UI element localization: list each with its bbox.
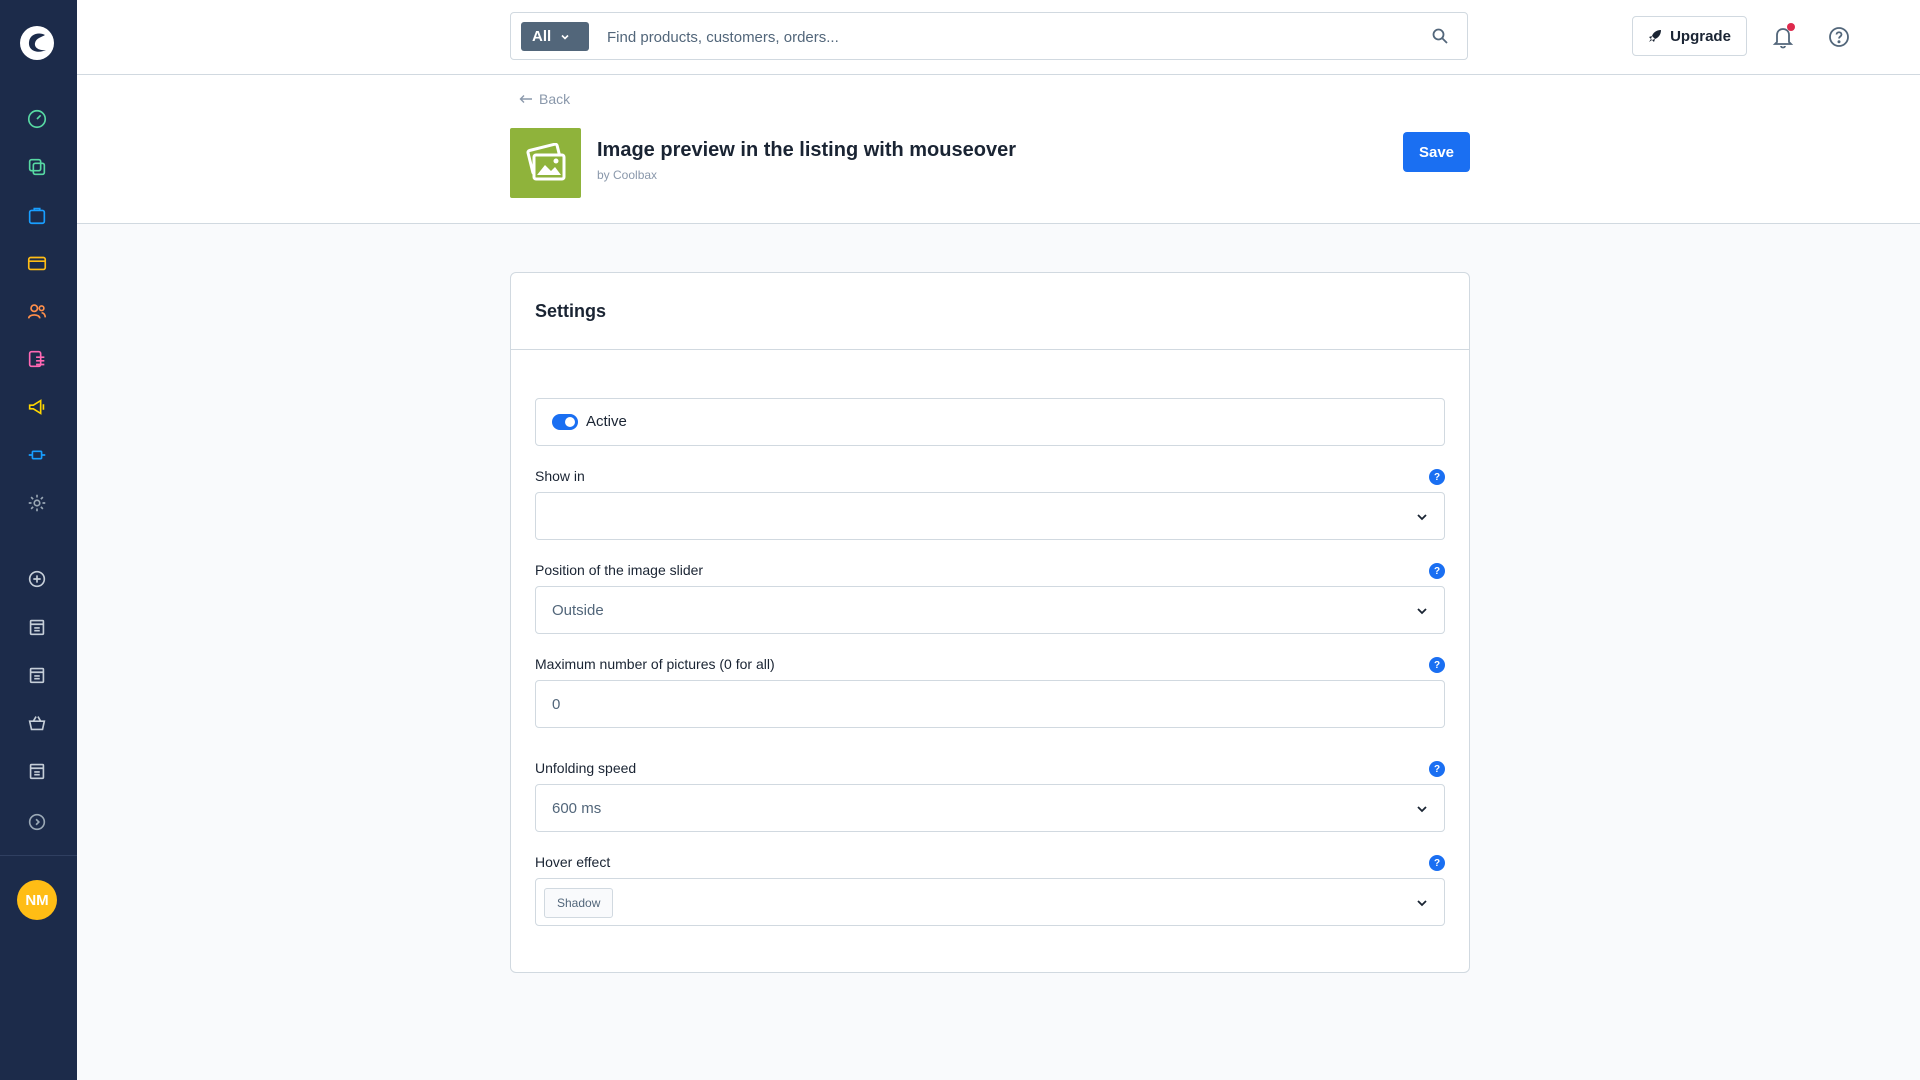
page-title: Image preview in the listing with mouseo… xyxy=(597,139,1016,161)
unfolding-speed-label: Unfolding speed xyxy=(535,760,637,776)
global-search: All xyxy=(510,12,1468,60)
sidebar: NM xyxy=(0,0,77,1080)
question-circle-icon xyxy=(1829,27,1849,47)
settings-title: Settings xyxy=(535,301,607,321)
image-icon xyxy=(525,143,565,181)
hover-effect-chip[interactable]: Shadow xyxy=(544,888,614,918)
active-switch-field: Active xyxy=(535,398,1445,446)
search-input[interactable] xyxy=(605,25,1389,49)
add-circle-icon[interactable] xyxy=(24,566,50,592)
search-scope-label: All xyxy=(532,28,552,45)
storefront-icon[interactable] xyxy=(24,662,50,688)
payment-card-icon[interactable] xyxy=(24,250,50,276)
back-label: Back xyxy=(539,91,571,107)
hover-effect-help-icon[interactable]: ? xyxy=(1429,855,1445,871)
customers-icon[interactable] xyxy=(24,298,50,324)
orders-icon[interactable] xyxy=(24,202,50,228)
chevron-down-icon xyxy=(1417,514,1427,521)
search-icon[interactable] xyxy=(1431,27,1449,45)
shopware-logo-icon[interactable] xyxy=(18,24,56,62)
arrow-left-icon xyxy=(519,95,532,103)
show-in-help-icon[interactable]: ? xyxy=(1429,469,1445,485)
storefront-icon[interactable] xyxy=(24,758,50,784)
save-button[interactable]: Save xyxy=(1403,132,1470,172)
show-in-label: Show in xyxy=(535,468,585,484)
hover-effect-select[interactable]: Shadow xyxy=(535,878,1445,926)
rocket-icon xyxy=(1649,30,1662,42)
upgrade-label: Upgrade xyxy=(1670,27,1731,45)
settings-card: Settings Active Show in ? Position of th… xyxy=(510,272,1470,973)
settings-icon[interactable] xyxy=(24,490,50,516)
card-divider xyxy=(511,349,1469,350)
storefront-icon[interactable] xyxy=(24,614,50,640)
avatar[interactable]: NM xyxy=(17,880,57,920)
unfolding-speed-select[interactable]: 600 ms xyxy=(535,784,1445,832)
notification-badge xyxy=(1787,23,1795,31)
sidebar-divider xyxy=(0,855,77,856)
slider-position-select[interactable]: Outside xyxy=(535,586,1445,634)
app-vendor: by Coolbax xyxy=(597,168,658,182)
catalogues-icon[interactable] xyxy=(24,154,50,180)
hover-effect-label: Hover effect xyxy=(535,854,611,870)
search-scope-dropdown[interactable]: All xyxy=(521,22,589,51)
basket-icon[interactable] xyxy=(24,710,50,736)
slider-position-help-icon[interactable]: ? xyxy=(1429,563,1445,579)
chevron-right-circle-icon[interactable] xyxy=(24,809,50,835)
upgrade-button[interactable]: Upgrade xyxy=(1632,16,1747,56)
dashboard-icon[interactable] xyxy=(24,106,50,132)
slider-position-label: Position of the image slider xyxy=(535,562,704,578)
toggle-knob xyxy=(565,417,575,427)
top-bar: All Upgrade xyxy=(77,0,1920,75)
show-in-select[interactable] xyxy=(535,492,1445,540)
unfolding-speed-help-icon[interactable]: ? xyxy=(1429,761,1445,777)
help-button[interactable] xyxy=(1827,25,1851,49)
active-label: Active xyxy=(586,413,627,430)
unfolding-speed-value: 600 ms xyxy=(552,800,602,817)
max-pictures-input[interactable] xyxy=(535,680,1445,728)
chevron-down-icon xyxy=(1417,900,1427,907)
max-pictures-label: Maximum number of pictures (0 for all) xyxy=(535,656,775,672)
back-link[interactable]: Back xyxy=(519,91,570,107)
chevron-down-icon xyxy=(561,34,569,40)
slider-position-value: Outside xyxy=(552,602,604,619)
page-header: Back Image preview in the listing with m… xyxy=(77,75,1920,224)
extensions-icon[interactable] xyxy=(24,442,50,468)
chevron-down-icon xyxy=(1417,806,1427,813)
chevron-down-icon xyxy=(1417,608,1427,615)
notifications-button[interactable] xyxy=(1771,23,1795,50)
content-icon[interactable] xyxy=(24,346,50,372)
marketing-icon[interactable] xyxy=(24,394,50,420)
max-pictures-help-icon[interactable]: ? xyxy=(1429,657,1445,673)
active-toggle[interactable] xyxy=(552,414,578,430)
app-icon xyxy=(510,128,581,198)
